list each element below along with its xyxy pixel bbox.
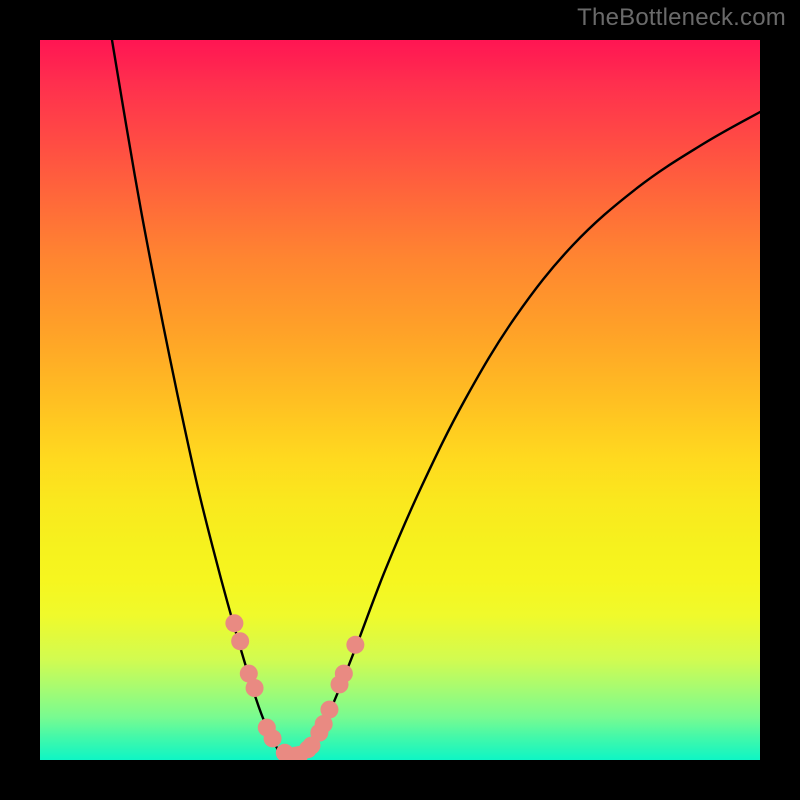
plot-gradient-area — [40, 40, 760, 760]
marker-group — [225, 614, 364, 760]
marker-dot — [276, 744, 294, 760]
chart-frame: TheBottleneck.com — [0, 0, 800, 800]
marker-dot — [310, 724, 328, 742]
marker-dot — [225, 614, 243, 632]
marker-dot — [246, 679, 264, 697]
marker-dot — [264, 729, 282, 747]
bottleneck-curve — [112, 40, 760, 757]
marker-dot — [346, 636, 364, 654]
marker-dot — [320, 701, 338, 719]
marker-dot — [231, 632, 249, 650]
marker-dot — [302, 737, 320, 755]
curve-svg — [40, 40, 760, 760]
marker-dot — [258, 719, 276, 737]
marker-dot — [287, 747, 305, 760]
watermark-text: TheBottleneck.com — [577, 4, 786, 32]
marker-dot — [335, 665, 353, 683]
marker-dot — [331, 675, 349, 693]
marker-dot — [290, 746, 308, 760]
marker-dot — [240, 665, 258, 683]
marker-dot — [315, 715, 333, 733]
marker-dot — [299, 740, 317, 758]
